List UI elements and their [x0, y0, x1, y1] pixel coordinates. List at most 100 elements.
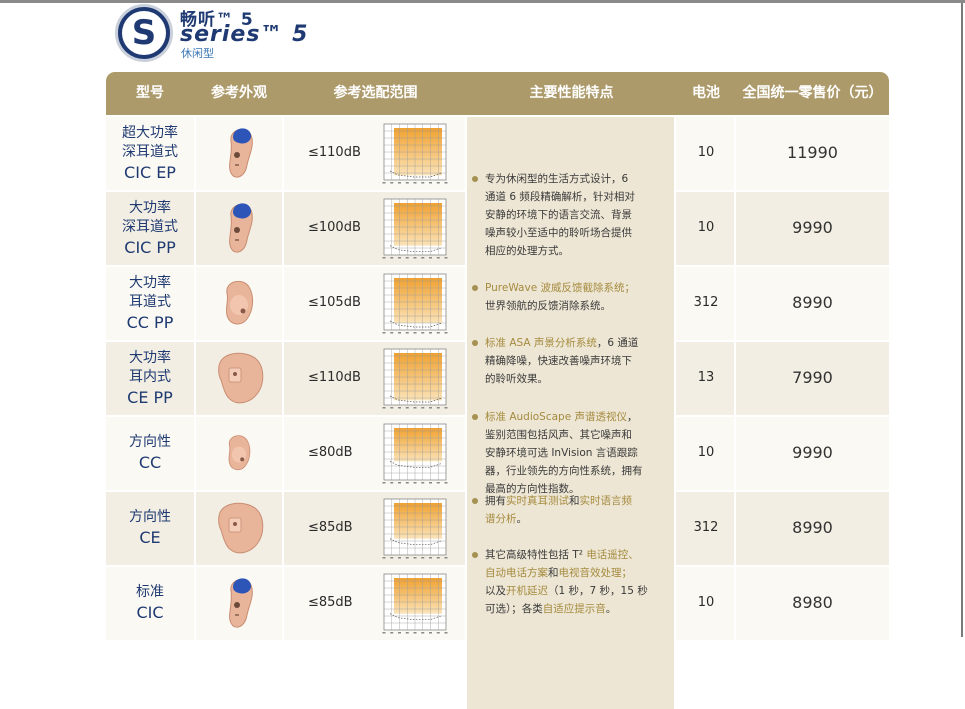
- model-cell: 超大功率 深耳道式 CIC EP: [106, 124, 194, 184]
- model-code: CC: [138, 453, 162, 472]
- fitting-range-chart: [382, 123, 448, 184]
- retail-price: 9990: [792, 443, 833, 462]
- column-divider: [674, 115, 676, 709]
- series-logo-badge: S: [115, 4, 173, 62]
- column-divider: [282, 115, 284, 709]
- feature-line: 以及开机延迟（1 秒，7 秒，15 秒: [485, 585, 648, 597]
- feature-line: 谱分析。: [485, 513, 527, 525]
- retail-price: 8990: [792, 293, 833, 312]
- battery-size: 10: [697, 220, 715, 235]
- bullet-icon: [472, 176, 478, 182]
- column-divider: [465, 115, 467, 709]
- model-cell: 大功率耳道式 CC PP: [106, 274, 194, 334]
- feature-line: 器，行业领先的方向性系统，拥有: [485, 465, 643, 477]
- model-code: CE: [139, 528, 161, 547]
- logo-letter: S: [131, 13, 157, 53]
- feature-line: 相应的处理方式。: [485, 245, 569, 257]
- feature-line: 专为休闲型的生活方式设计，6: [485, 173, 629, 185]
- feature-item: 标准 AudioScape 声谱透视仪， 鉴别范围包括风声、其它噪声和 安静环境可选…: [472, 408, 655, 498]
- brand-series: series™ 5: [180, 22, 309, 47]
- column-divider: [194, 115, 196, 709]
- feature-item: 其它高级特性包括 T² 电话遥控、 自动电话方案和电视音效处理； 以及开机延迟（1 …: [472, 546, 655, 618]
- fitting-range-chart: [382, 348, 448, 409]
- column-divider: [734, 115, 736, 709]
- model-type-label: 方向性: [129, 509, 171, 525]
- feature-item: 标准 ASA 声景分析系统，6 通道 精确降噪，快速改善噪声环境下 的聆听效果。: [472, 334, 655, 388]
- feature-item: PureWave 波威反馈截除系统； 世界领航的反馈消除系统。: [472, 279, 655, 315]
- feature-line: 的聆听效果。: [485, 373, 548, 385]
- appearance-cell: [196, 192, 282, 265]
- fitting-range-fill: [394, 278, 442, 323]
- retail-price: 11990: [787, 143, 838, 162]
- fitting-range-chart: [382, 573, 448, 634]
- top-rule: [0, 0, 965, 3]
- hearing-aid-image: [218, 502, 264, 554]
- feature-line: 世界领航的反馈消除系统。: [485, 300, 611, 312]
- brand-subtitle: 休闲型: [181, 47, 214, 60]
- feature-line: PureWave 波威反馈截除系统；: [485, 282, 636, 294]
- model-type-label: 耳内式: [129, 369, 171, 385]
- bullet-icon: [472, 285, 478, 291]
- feature-line: 自动电话方案和电视音效处理；: [485, 567, 632, 579]
- fitting-range-fill: [394, 503, 442, 539]
- fitting-range-fill: [394, 353, 442, 401]
- model-type-label: 大功率: [129, 350, 171, 366]
- header-battery: 电池: [692, 85, 720, 101]
- header-model: 型号: [136, 85, 164, 101]
- feature-line: 可选）；各类自适应提示音。: [485, 603, 617, 615]
- cic-hearing-aid-image: [229, 203, 253, 253]
- model-type-label: 深耳道式: [122, 144, 178, 160]
- feature-line: 标准 AudioScape 声谱透视仪，: [485, 411, 638, 423]
- model-type-label: 大功率: [129, 275, 171, 291]
- appearance-cell: [196, 342, 282, 415]
- hearing-aid-image: [225, 280, 254, 325]
- bullet-icon: [472, 340, 478, 346]
- model-code: CE PP: [127, 388, 173, 407]
- fitting-range-chart: [382, 423, 448, 484]
- feature-item: 拥有实时真耳测试和实时语言频 谱分析。: [472, 492, 655, 528]
- model-code: CC PP: [126, 313, 174, 332]
- right-rule: [961, 3, 963, 637]
- feature-line: 鉴别范围包括风声、其它噪声和: [485, 429, 632, 441]
- hearing-aid-image: [228, 435, 251, 471]
- model-type-label: 标准: [136, 584, 164, 600]
- model-cell: 大功率深耳道式 CIC PP: [106, 199, 194, 259]
- retail-price: 8990: [792, 518, 833, 537]
- hearing-aid-image: [218, 352, 264, 404]
- bullet-icon: [472, 552, 478, 558]
- fitting-range-fill: [394, 128, 442, 176]
- model-cell: 大功率耳内式 CE PP: [106, 349, 194, 409]
- model-type-label: 深耳道式: [122, 219, 178, 235]
- appearance-cell: [196, 417, 282, 490]
- features-panel: 专为休闲型的生活方式设计，6 通道 6 频段精确解析，针对相对 安静的环境下的语言交…: [467, 117, 674, 709]
- battery-size: 312: [693, 520, 719, 535]
- model-code: CIC: [136, 603, 164, 622]
- fitting-range-chart: [382, 273, 448, 334]
- header-range: 参考选配范围: [333, 85, 418, 101]
- feature-line: 标准 ASA 声景分析系统，6 通道: [485, 337, 639, 349]
- header-features: 主要性能特点: [529, 85, 614, 101]
- fitting-range-fill: [394, 203, 442, 246]
- retail-price: 8980: [792, 593, 833, 612]
- model-type-label: 耳道式: [129, 294, 171, 310]
- feature-line: 其它高级特性包括 T² 电话遥控、: [485, 549, 639, 561]
- feature-line: 安静的环境下的语言交流、背景: [485, 209, 632, 221]
- feature-line: 精确降噪，快速改善噪声环境下: [485, 355, 632, 367]
- appearance-cell: [196, 267, 282, 340]
- model-type-label: 方向性: [129, 434, 171, 450]
- model-code: CIC PP: [124, 238, 176, 257]
- battery-size: 13: [697, 370, 715, 385]
- model-type-label: 大功率: [129, 200, 171, 216]
- battery-size: 10: [697, 595, 715, 610]
- battery-size: 312: [693, 295, 719, 310]
- retail-price: 7990: [792, 368, 833, 387]
- bullet-icon: [472, 498, 478, 504]
- model-type-label: 超大功率: [122, 125, 178, 141]
- battery-size: 10: [697, 445, 715, 460]
- battery-size: 10: [697, 145, 715, 160]
- fitting-range-chart: [382, 498, 448, 559]
- feature-line: 安静环境可选 InVision 言语跟踪: [485, 447, 638, 459]
- retail-price: 9990: [792, 218, 833, 237]
- appearance-cell: [196, 492, 282, 565]
- feature-line: 通道 6 频段精确解析，针对相对: [485, 191, 635, 203]
